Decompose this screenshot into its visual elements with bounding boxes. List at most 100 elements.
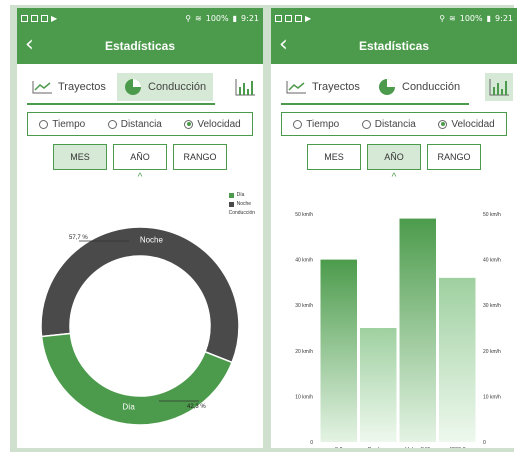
range-rango-button[interactable]: RANGO <box>173 144 227 170</box>
y-tick-label-right: 50 km/h <box>483 212 501 218</box>
legend-swatch <box>228 193 234 198</box>
location-icon: ⚲ <box>439 13 446 23</box>
notification-icon <box>285 14 292 22</box>
radio-label: Tiempo <box>306 118 340 130</box>
range-mes-button[interactable]: MES <box>307 144 361 170</box>
pie-chart-icon <box>379 79 395 95</box>
notification-icon <box>275 14 282 22</box>
radio-label: Velocidad <box>197 118 241 130</box>
tab-indicator <box>27 103 215 105</box>
radio-button[interactable] <box>361 119 371 129</box>
play-icon: ▶ <box>305 13 312 23</box>
play-icon: ▶ <box>51 13 58 23</box>
y-tick-label-left: 10 km/h <box>295 394 313 400</box>
bar-2 <box>399 218 436 442</box>
y-tick-label-right: 0 <box>483 440 486 446</box>
bar-3 <box>439 277 476 442</box>
legend-label: Día <box>236 192 245 198</box>
radio-tiempo[interactable]: Tiempo <box>39 119 85 130</box>
donut-chart: Noche Día 57,7 % 42,3 % <box>40 226 240 426</box>
metric-radio-group: Tiempo Distancia Velocidad <box>27 112 253 136</box>
app-bar: ‹ Estadísticas <box>17 28 263 64</box>
wifi-icon: ≋ <box>449 13 456 23</box>
line-chart-icon <box>32 81 52 94</box>
legend-swatch <box>228 202 234 207</box>
range-mes-button[interactable]: MES <box>53 144 107 170</box>
range-selector: MES AÑO RANGO <box>17 144 263 170</box>
phone-screen-right: ▶ ⚲ ≋ 100% ▮ 9:21 ‹ Estadísticas Trayect… <box>271 8 517 448</box>
y-tick-label-left: 30 km/h <box>295 303 313 309</box>
radio-button[interactable] <box>293 119 303 129</box>
battery-icon: ▮ <box>232 13 238 23</box>
y-tick-label-left: 20 km/h <box>295 349 313 355</box>
slice-label: Noche <box>140 235 164 244</box>
chevron-up-icon[interactable]: ^ <box>17 172 263 183</box>
tab-conduccion[interactable]: Conducción <box>117 73 213 101</box>
notification-icon <box>31 14 38 22</box>
y-tick-label-right: 20 km/h <box>483 349 501 355</box>
range-selector: MES AÑO RANGO <box>271 144 517 170</box>
clock: 9:21 <box>241 13 259 23</box>
bar-chart-icon <box>489 79 509 96</box>
bar-chart: 0 0 10 km/h 10 km/h 20 km/h 20 km/h 30 km/h 30 … <box>295 212 501 448</box>
wifi-icon: ≋ <box>195 13 202 23</box>
tab-bar-chart[interactable] <box>231 73 259 101</box>
chevron-up-icon[interactable]: ^ <box>271 172 517 183</box>
x-tick-label: 3.0 <box>335 447 343 448</box>
tab-trayectos[interactable]: Trayectos <box>285 73 373 101</box>
radio-label: Tiempo <box>52 118 86 130</box>
x-tick-label: Volvo S40 <box>405 447 430 448</box>
y-tick-label-right: 40 km/h <box>483 258 501 264</box>
y-tick-label-left: 50 km/h <box>295 212 313 218</box>
notification-icon <box>21 14 28 22</box>
radio-velocidad[interactable]: Velocidad <box>184 118 241 130</box>
radio-button[interactable] <box>39 119 49 129</box>
page-title: Estadísticas <box>104 39 176 53</box>
notification-icons: ▶ <box>275 14 311 23</box>
back-arrow-icon[interactable]: ‹ <box>279 32 288 58</box>
range-ano-button[interactable]: AÑO <box>113 144 167 170</box>
radio-button[interactable] <box>107 119 117 129</box>
battery-icon: ▮ <box>486 13 492 23</box>
radio-velocidad[interactable]: Velocidad <box>438 119 495 130</box>
tab-bar-chart[interactable] <box>485 73 513 101</box>
notification-icon <box>41 14 48 22</box>
x-tick-label: Berdugo <box>368 447 389 448</box>
y-tick-label-right: 10 km/h <box>483 394 501 400</box>
tab-conduccion-label: Conducción <box>148 81 207 93</box>
range-rango-button[interactable]: RANGO <box>427 144 481 170</box>
clock: 9:21 <box>495 13 513 23</box>
app-bar: ‹ Estadísticas <box>271 28 517 64</box>
location-icon: ⚲ <box>185 13 192 23</box>
tab-trayectos[interactable]: Trayectos <box>31 73 119 101</box>
slice-label: Día <box>122 403 135 412</box>
tab-conduccion[interactable]: Conducción <box>371 73 467 101</box>
notification-icons: ▶ <box>21 14 57 23</box>
y-tick-label-left: 0 <box>310 440 313 446</box>
status-bar: ▶ ⚲ ≋ 100% ▮ 9:21 <box>271 8 517 28</box>
battery-percent: 100% <box>459 13 483 23</box>
line-chart-icon <box>286 81 306 94</box>
tab-row: Trayectos Conducción <box>17 70 263 106</box>
radio-button[interactable] <box>438 119 448 129</box>
slice-value-label: 57,7 % <box>69 235 88 241</box>
status-bar: ▶ ⚲ ≋ 100% ▮ 9:21 <box>17 8 263 28</box>
bar-1 <box>360 328 397 442</box>
radio-distancia[interactable]: Distancia <box>107 118 162 130</box>
bar-chart-icon <box>235 79 255 96</box>
y-tick-label-left: 40 km/h <box>295 258 313 264</box>
page-title: Estadísticas <box>358 39 430 53</box>
donut-slice-1 <box>40 332 234 426</box>
radio-distancia[interactable]: Distancia <box>361 118 416 130</box>
tab-trayectos-label: Trayectos <box>312 81 360 93</box>
range-ano-button[interactable]: AÑO <box>367 144 421 170</box>
radio-button[interactable] <box>184 119 194 129</box>
radio-tiempo[interactable]: Tiempo <box>293 119 339 130</box>
radio-label: Distancia <box>120 118 162 130</box>
pie-chart-icon <box>125 79 141 95</box>
phone-screen-left: ▶ ⚲ ≋ 100% ▮ 9:21 ‹ Estadísticas Trayect… <box>17 8 263 448</box>
radio-label: Distancia <box>374 118 416 130</box>
back-arrow-icon[interactable]: ‹ <box>25 32 34 58</box>
slice-value-label: 42,3 % <box>187 404 206 410</box>
tab-conduccion-label: Conducción <box>402 81 461 93</box>
